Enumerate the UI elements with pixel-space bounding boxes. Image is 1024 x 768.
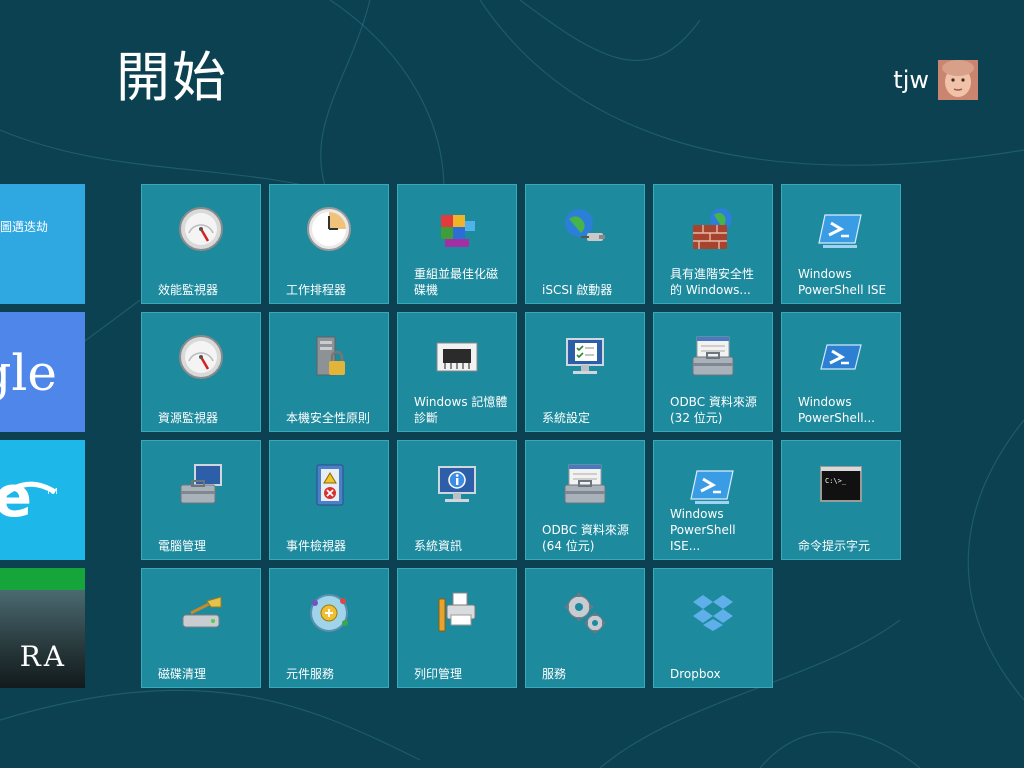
globe-plug-icon bbox=[561, 205, 609, 253]
partial-tile-google[interactable]: gle bbox=[0, 312, 85, 432]
start-title: 開始 bbox=[116, 46, 228, 109]
app-tile-label: 具有進階安全性 的 Windows... bbox=[670, 267, 755, 297]
xbox-green-strip bbox=[0, 568, 85, 590]
app-tile-12[interactable]: 電腦管理 bbox=[141, 440, 261, 560]
gauge-icon bbox=[177, 205, 225, 253]
app-tile-0[interactable]: 效能監視器 bbox=[141, 184, 261, 304]
component-services-icon bbox=[305, 589, 353, 637]
gauge-icon bbox=[177, 333, 225, 381]
baby-photo-icon bbox=[938, 60, 978, 100]
app-tile-1[interactable]: 工作排程器 bbox=[269, 184, 389, 304]
user-name[interactable]: tjw bbox=[893, 64, 929, 96]
firewall-globe-icon bbox=[689, 205, 737, 253]
app-tile-14[interactable]: 系統資訊 bbox=[397, 440, 517, 560]
partial-tile-1-label: 圖邁迭劫 bbox=[0, 220, 49, 234]
app-tile-4[interactable]: 具有進階安全性 的 Windows... bbox=[653, 184, 773, 304]
partial-tile-1[interactable]: 圖邁迭劫 bbox=[0, 184, 85, 304]
memory-chip-icon bbox=[433, 333, 481, 381]
app-tile-label: 服務 bbox=[542, 667, 567, 681]
database-toolbox-icon bbox=[561, 461, 609, 509]
app-tile-17[interactable]: C:\>_ 命令提示字元 bbox=[781, 440, 901, 560]
app-tile-label: ODBC 資料來源 (64 位元) bbox=[542, 523, 629, 553]
game-art bbox=[0, 590, 85, 688]
app-tile-label: Windows PowerShell ISE bbox=[798, 267, 887, 297]
app-tile-20[interactable]: 列印管理 bbox=[397, 568, 517, 688]
app-tile-5[interactable]: Windows PowerShell ISE bbox=[781, 184, 901, 304]
computer-toolbox-icon bbox=[177, 461, 225, 509]
disk-cleanup-icon bbox=[177, 589, 225, 637]
event-log-book-icon bbox=[305, 461, 353, 509]
powershell-icon bbox=[817, 333, 865, 381]
app-tile-7[interactable]: 本機安全性原則 bbox=[269, 312, 389, 432]
app-tile-label: Windows PowerShell ISE... bbox=[670, 507, 736, 553]
app-tile-15[interactable]: ODBC 資料來源 (64 位元) bbox=[525, 440, 645, 560]
app-tile-label: 磁碟清理 bbox=[158, 667, 207, 681]
app-tile-22[interactable]: Dropbox bbox=[653, 568, 773, 688]
partial-tile-game-label: RA bbox=[19, 640, 67, 673]
app-tile-label: 元件服務 bbox=[286, 667, 335, 681]
app-tile-label: 系統設定 bbox=[542, 411, 591, 425]
monitor-checklist-icon bbox=[561, 333, 609, 381]
partial-tile-google-label: gle bbox=[0, 344, 57, 402]
svg-text:TM: TM bbox=[45, 487, 58, 496]
app-tile-label: 列印管理 bbox=[414, 667, 463, 681]
app-tile-label: 系統資訊 bbox=[414, 539, 463, 553]
app-tile-6[interactable]: 資源監視器 bbox=[141, 312, 261, 432]
app-tile-label: 工作排程器 bbox=[286, 283, 347, 297]
server-lock-icon bbox=[305, 333, 353, 381]
app-tile-label: Windows 記憶體 診斷 bbox=[414, 395, 508, 425]
app-tile-label: 電腦管理 bbox=[158, 539, 207, 553]
app-tile-label: 效能監視器 bbox=[158, 283, 219, 297]
app-tile-11[interactable]: Windows PowerShell... bbox=[781, 312, 901, 432]
app-tile-label: 事件檢視器 bbox=[286, 539, 347, 553]
user-avatar[interactable] bbox=[938, 60, 978, 100]
dropbox-icon bbox=[689, 589, 737, 637]
partial-tile-game[interactable]: RA bbox=[0, 568, 85, 688]
ie-logo-icon: e TM bbox=[0, 465, 58, 530]
app-tile-label: 命令提示字元 bbox=[798, 539, 871, 553]
app-tile-18[interactable]: 磁碟清理 bbox=[141, 568, 261, 688]
print-management-icon bbox=[433, 589, 481, 637]
svg-text:C:\>_: C:\>_ bbox=[825, 477, 847, 485]
app-tile-label: Dropbox bbox=[670, 667, 721, 681]
app-tile-label: Windows PowerShell... bbox=[798, 395, 875, 425]
app-tile-10[interactable]: ODBC 資料來源 (32 位元) bbox=[653, 312, 773, 432]
command-prompt-icon: C:\>_ bbox=[817, 461, 865, 509]
app-tile-9[interactable]: 系統設定 bbox=[525, 312, 645, 432]
powershell-ise-icon bbox=[817, 205, 865, 253]
database-toolbox-icon bbox=[689, 333, 737, 381]
clock-icon bbox=[305, 205, 353, 253]
app-tile-13[interactable]: 事件檢視器 bbox=[269, 440, 389, 560]
app-tile-8[interactable]: Windows 記憶體 診斷 bbox=[397, 312, 517, 432]
defrag-blocks-icon bbox=[433, 205, 481, 253]
app-tile-19[interactable]: 元件服務 bbox=[269, 568, 389, 688]
partial-tile-ie[interactable]: e TM bbox=[0, 440, 85, 560]
app-tile-3[interactable]: iSCSI 啟動器 bbox=[525, 184, 645, 304]
app-tile-label: 資源監視器 bbox=[158, 411, 219, 425]
monitor-info-icon bbox=[433, 461, 481, 509]
app-tile-label: ODBC 資料來源 (32 位元) bbox=[670, 395, 757, 425]
app-tile-21[interactable]: 服務 bbox=[525, 568, 645, 688]
app-tile-2[interactable]: 重組並最佳化磁 碟機 bbox=[397, 184, 517, 304]
gears-icon bbox=[561, 589, 609, 637]
app-tile-label: 重組並最佳化磁 碟機 bbox=[414, 267, 499, 297]
app-tile-label: iSCSI 啟動器 bbox=[542, 283, 613, 297]
powershell-ise-icon bbox=[689, 461, 737, 509]
app-tile-label: 本機安全性原則 bbox=[286, 411, 371, 425]
app-tile-16[interactable]: Windows PowerShell ISE... bbox=[653, 440, 773, 560]
